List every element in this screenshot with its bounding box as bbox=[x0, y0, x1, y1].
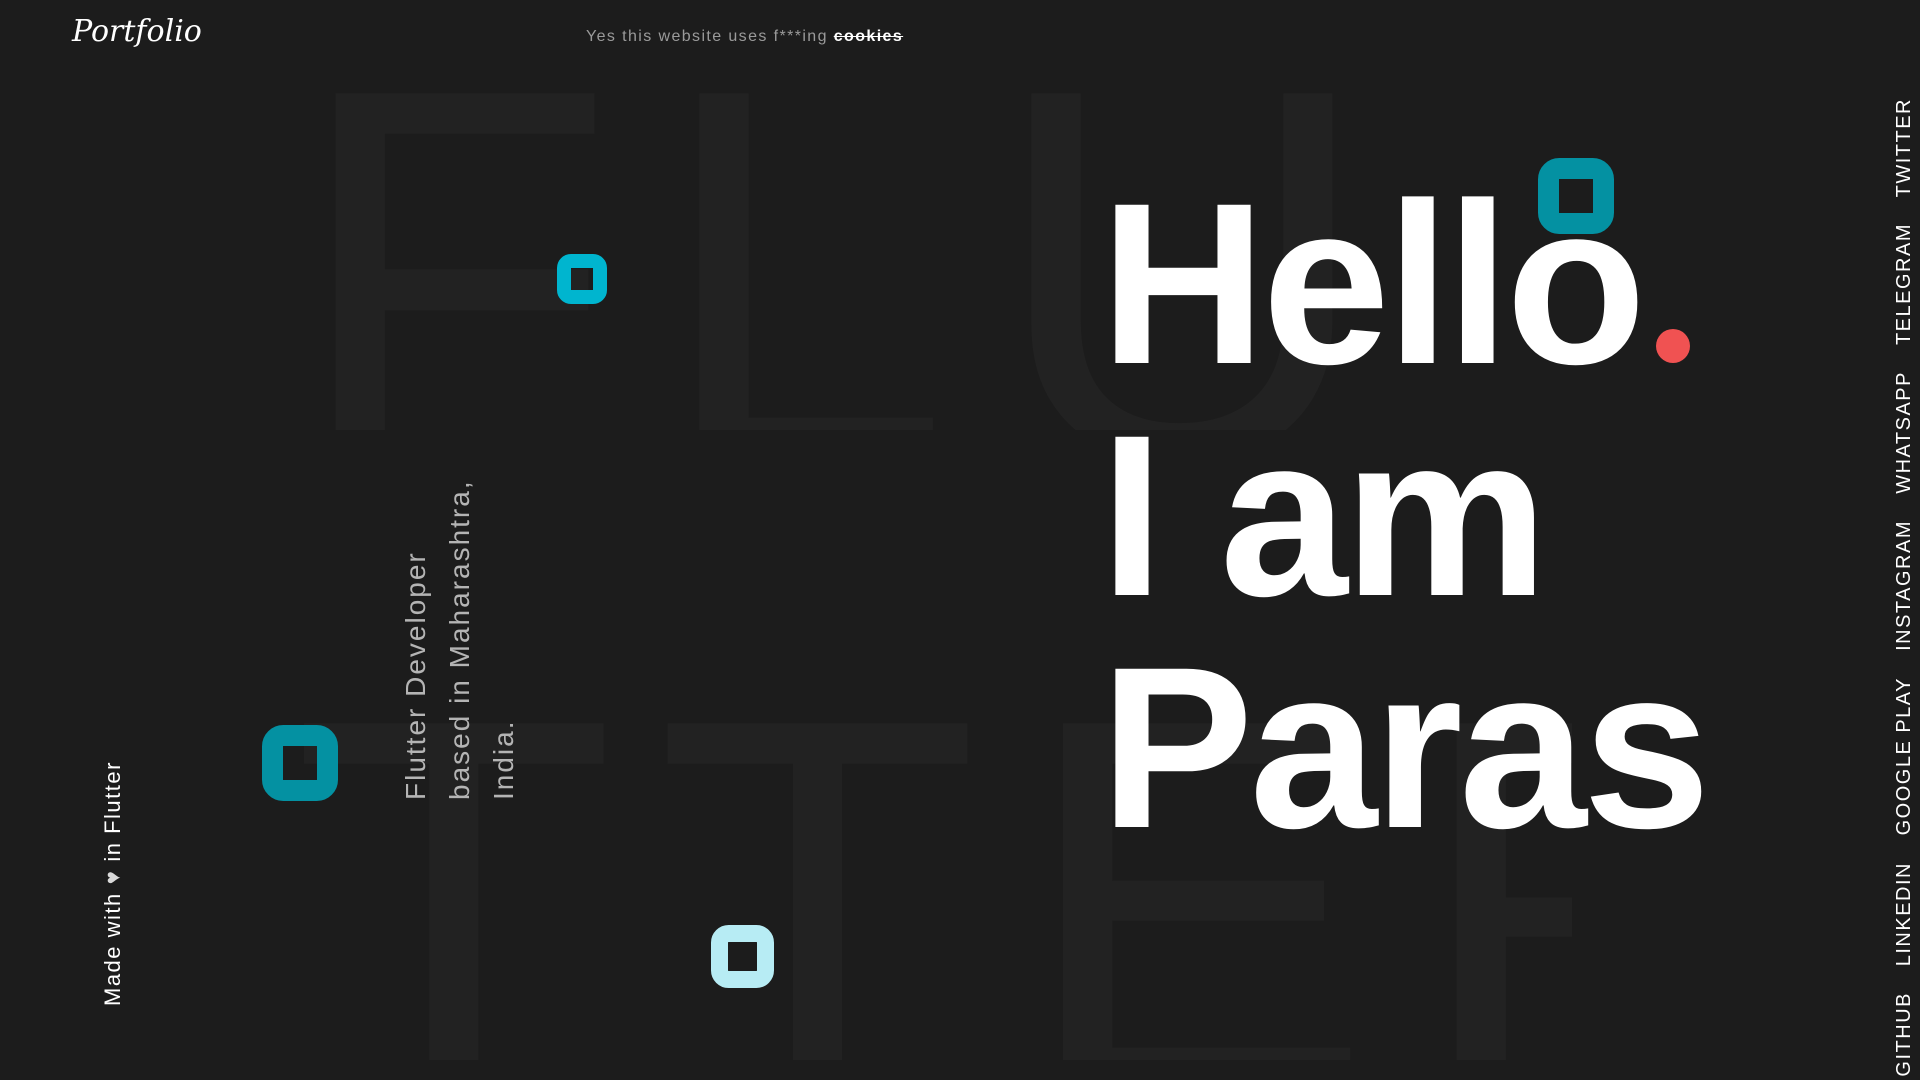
decor-ring-teal-left bbox=[262, 725, 338, 801]
social-links-nav: GITHUB LINKEDIN GOOGLE PLAY INSTAGRAM WH… bbox=[1893, 98, 1916, 1076]
logo[interactable]: Portfolio bbox=[72, 14, 202, 49]
red-dot bbox=[1656, 329, 1691, 363]
tagline: Flutter Developer based in Maharashtra, … bbox=[394, 479, 526, 800]
made-with-label: Made with ♥ in Flutter bbox=[100, 761, 126, 1006]
social-link-github[interactable]: GITHUB bbox=[1893, 992, 1916, 1077]
social-link-twitter[interactable]: TWITTER bbox=[1893, 98, 1916, 197]
social-link-whatsapp[interactable]: WHATSAPP bbox=[1893, 371, 1916, 494]
social-link-telegram[interactable]: TELEGRAM bbox=[1893, 223, 1916, 345]
tagline-line-2: based in Maharashtra, bbox=[444, 479, 475, 800]
cookies-link[interactable]: cookies bbox=[834, 28, 903, 45]
decor-ring-teal-top bbox=[1538, 158, 1614, 234]
made-with-prefix: Made with bbox=[100, 892, 125, 1006]
social-link-instagram[interactable]: INSTAGRAM bbox=[1893, 520, 1916, 651]
portfolio-page: FLU TTER Portfolio Yes this website uses… bbox=[0, 0, 1920, 1080]
tagline-line-1: Flutter Developer bbox=[400, 551, 431, 800]
cookie-notice: Yes this website uses f***ing cookies bbox=[586, 28, 903, 46]
greeting-heading: Hello I am Paras bbox=[1100, 168, 1711, 876]
greeting-line-3: Paras bbox=[1100, 619, 1711, 876]
tagline-line-3: India. bbox=[488, 719, 519, 801]
social-link-google-play[interactable]: GOOGLE PLAY bbox=[1893, 677, 1916, 835]
made-with-suffix: in Flutter bbox=[100, 761, 125, 862]
decor-ring-cyan bbox=[557, 254, 607, 304]
decor-ring-light bbox=[711, 925, 774, 988]
social-link-linkedin[interactable]: LINKEDIN bbox=[1893, 862, 1916, 966]
heart-icon: ♥ bbox=[100, 869, 125, 885]
greeting-line-2: I am bbox=[1100, 387, 1548, 644]
cookie-notice-text: Yes this website uses f***ing bbox=[586, 28, 834, 45]
greeting-line-1: Hello bbox=[1100, 168, 1707, 400]
